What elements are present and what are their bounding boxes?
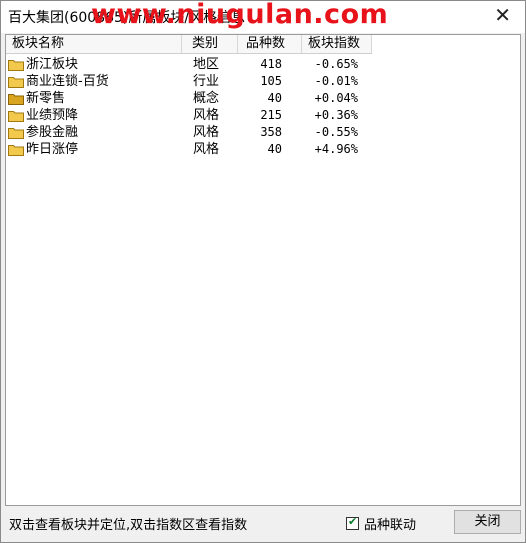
table-row[interactable]: 昨日涨停 风格 40 +4.96% <box>6 141 372 158</box>
folder-icon <box>8 145 24 156</box>
hint-text: 双击查看板块并定位,双击指数区查看指数 <box>9 518 248 533</box>
watermark-text: www.niugulan.com <box>91 0 389 30</box>
sector-count: 40 <box>267 142 282 156</box>
column-header-category[interactable]: 类别 <box>182 35 238 53</box>
sector-count: 215 <box>260 108 282 122</box>
close-icon[interactable]: ✕ <box>494 4 511 26</box>
sector-index[interactable]: -0.55% <box>302 124 358 141</box>
sector-count: 40 <box>267 91 282 105</box>
sector-index[interactable]: +0.04% <box>302 90 358 107</box>
sector-list[interactable]: 板块名称 类别 品种数 板块指数 浙江板块 地区 418 -0.65% 商业连锁… <box>5 34 521 506</box>
sector-name: 业绩预降 <box>26 108 79 123</box>
sector-index[interactable]: -0.01% <box>302 73 358 90</box>
table-row[interactable]: 新零售 概念 40 +0.04% <box>6 90 372 107</box>
linkage-label[interactable]: 品种联动 <box>364 514 416 533</box>
folder-icon <box>8 94 24 105</box>
sector-name: 昨日涨停 <box>26 142 79 157</box>
folder-icon <box>8 77 24 88</box>
table-row[interactable]: 商业连锁-百货 行业 105 -0.01% <box>6 73 372 90</box>
column-header-name[interactable]: 板块名称 <box>6 35 182 53</box>
sector-count: 358 <box>260 125 282 139</box>
table-row[interactable]: 浙江板块 地区 418 -0.65% <box>6 56 372 73</box>
sector-category: 风格 <box>193 108 220 123</box>
title-bar: 百大集团(600865)所属板块/风格信息 www.niugulan.com ✕ <box>1 0 525 33</box>
dialog-window: 百大集团(600865)所属板块/风格信息 www.niugulan.com ✕… <box>0 0 526 543</box>
list-header: 板块名称 类别 品种数 板块指数 <box>6 35 372 54</box>
sector-category: 风格 <box>193 125 220 140</box>
sector-count: 418 <box>260 57 282 71</box>
sector-count: 105 <box>260 74 282 88</box>
sector-index[interactable]: +0.36% <box>302 107 358 124</box>
sector-index[interactable]: -0.65% <box>302 56 358 73</box>
column-header-index[interactable]: 板块指数 <box>302 35 372 53</box>
column-header-count[interactable]: 品种数 <box>238 35 302 53</box>
close-button[interactable]: 关闭 <box>454 510 521 534</box>
table-row[interactable]: 参股金融 风格 358 -0.55% <box>6 124 372 141</box>
folder-icon <box>8 111 24 122</box>
sector-index[interactable]: +4.96% <box>302 141 358 158</box>
sector-category: 行业 <box>193 74 220 89</box>
table-row[interactable]: 业绩预降 风格 215 +0.36% <box>6 107 372 124</box>
sector-name: 参股金融 <box>26 125 79 140</box>
check-icon: ✔ <box>348 515 358 528</box>
linkage-checkbox[interactable]: ✔ <box>346 515 359 530</box>
sector-category: 地区 <box>193 57 220 72</box>
sector-name: 新零售 <box>26 91 66 106</box>
sector-category: 风格 <box>193 142 220 157</box>
folder-icon <box>8 60 24 71</box>
sector-name: 商业连锁-百货 <box>26 74 109 89</box>
sector-name: 浙江板块 <box>26 57 79 72</box>
footer-bar: 双击查看板块并定位,双击指数区查看指数 ✔ 品种联动 关闭 <box>1 506 525 542</box>
sector-category: 概念 <box>193 91 220 106</box>
folder-icon <box>8 128 24 139</box>
